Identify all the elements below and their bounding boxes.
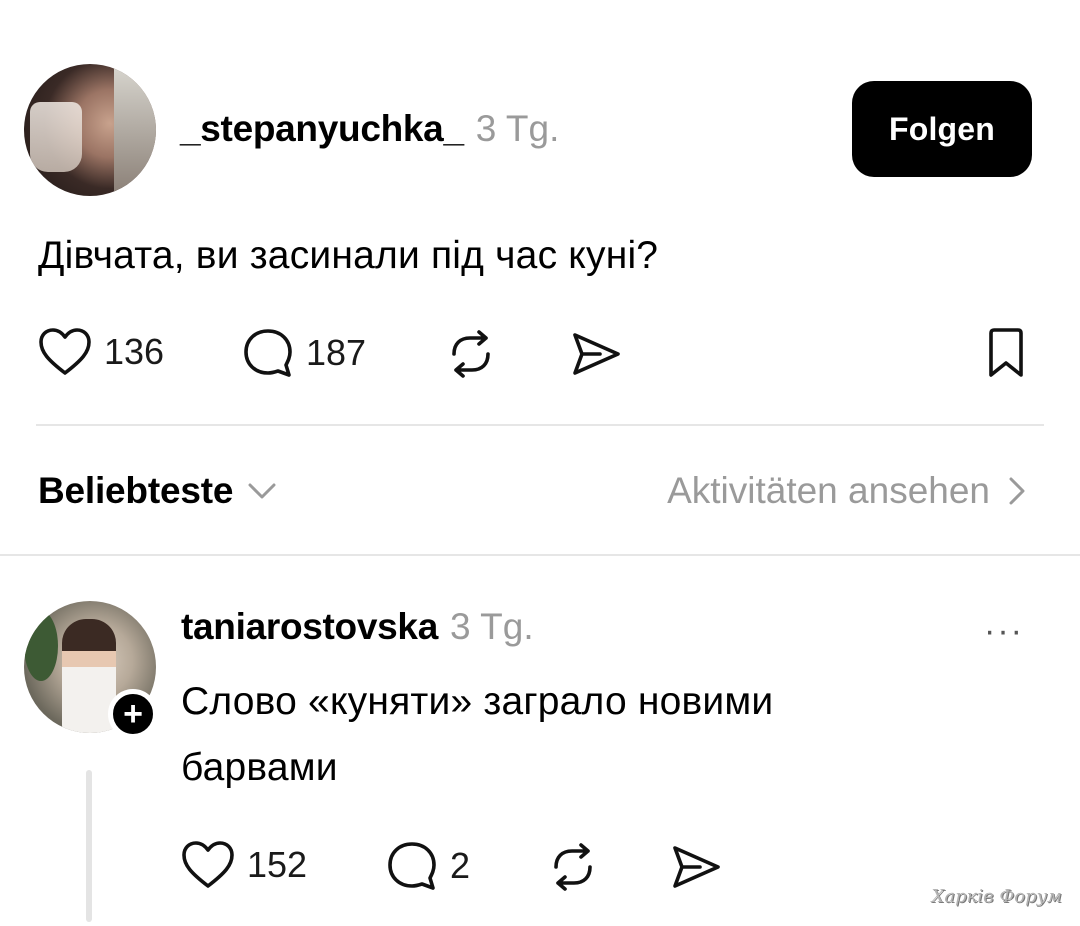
heart-icon[interactable] xyxy=(38,327,92,377)
reply-text: Слово «куняти» заграло новими барвами xyxy=(181,680,774,789)
reply-header: taniarostovska 3 Tg. xyxy=(181,606,534,648)
chevron-down-icon[interactable] xyxy=(247,481,277,501)
post-author-avatar[interactable] xyxy=(24,64,156,196)
speech-bubble-icon[interactable] xyxy=(386,840,438,892)
reply-timestamp: 3 Tg. xyxy=(449,606,534,647)
section-divider xyxy=(0,554,1080,556)
like-count: 136 xyxy=(104,331,165,372)
view-activity-label[interactable]: Aktivitäten ansehen xyxy=(667,470,990,512)
like-action[interactable]: 136 xyxy=(38,327,164,377)
reply-comment-action[interactable]: 2 xyxy=(386,840,470,892)
reply-comment-count: 2 xyxy=(450,845,471,886)
heart-icon[interactable] xyxy=(181,840,235,890)
reply-like-count: 152 xyxy=(247,844,308,885)
watermark: Харків Форум xyxy=(931,886,1062,907)
bookmark-icon[interactable] xyxy=(985,327,1027,379)
post-text: Дівчата, ви засинали під час куні? xyxy=(38,234,659,277)
comment-action[interactable]: 187 xyxy=(242,327,366,379)
post-timestamp: 3 Tg. xyxy=(475,108,560,149)
sort-label[interactable]: Beliebteste xyxy=(38,470,233,512)
repost-icon[interactable] xyxy=(548,843,598,891)
thread-line xyxy=(86,770,92,922)
follow-button[interactable]: Folgen xyxy=(852,81,1032,177)
sort-dropdown[interactable]: Beliebteste xyxy=(38,470,277,512)
plus-icon[interactable]: + xyxy=(108,689,158,739)
send-icon[interactable] xyxy=(570,330,622,378)
post-author-username[interactable]: _stepanyuchka_ xyxy=(180,108,464,150)
post-divider xyxy=(36,424,1044,426)
repost-icon[interactable] xyxy=(446,330,496,378)
comment-count: 187 xyxy=(306,332,367,373)
reply-like-action[interactable]: 152 xyxy=(181,840,307,890)
post-header: _stepanyuchka_ 3 Tg. xyxy=(180,108,559,150)
more-horizontal-icon[interactable]: ··· xyxy=(984,612,1024,651)
chevron-right-icon[interactable] xyxy=(1008,476,1026,506)
send-icon[interactable] xyxy=(670,843,722,891)
view-activity-link[interactable]: Aktivitäten ansehen xyxy=(667,470,1026,512)
speech-bubble-icon[interactable] xyxy=(242,327,294,379)
reply-author-username[interactable]: taniarostovska xyxy=(181,606,438,648)
